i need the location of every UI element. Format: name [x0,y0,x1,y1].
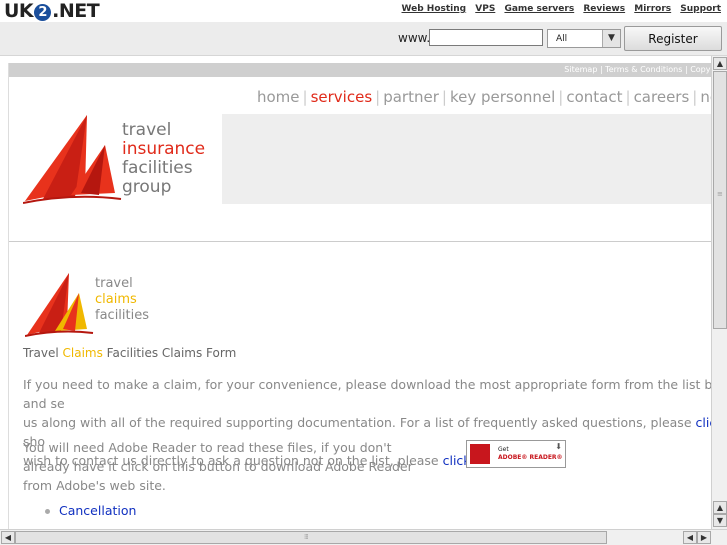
scroll-right-icon[interactable]: ▶ [697,531,711,544]
uk2-top-links: Web Hosting VPS Game servers Reviews Mir… [396,4,721,14]
uk2-logo[interactable]: UK 2 .NET [4,0,100,22]
title-pre: Travel [23,346,63,360]
nav-partner[interactable]: partner [383,88,439,106]
tld-selected-value: All [556,34,568,44]
link-reviews[interactable]: Reviews [583,4,625,14]
claims-sails-logo-icon [25,273,94,337]
grip-icon: ⁞⁞⁞ [304,533,309,541]
logo-text-net: .NET [52,0,100,22]
cancellation-form-link[interactable]: Cancellation [59,503,136,518]
get-adobe-reader-button[interactable]: Get ADOBE® READER® ⬇ [466,440,566,468]
domain-search-bar: www. All ▼ Register Domain [0,22,727,70]
nav-home[interactable]: home [257,88,300,106]
link-mirrors[interactable]: Mirrors [634,4,671,14]
logo-text-uk: UK [4,0,34,22]
nav-separator: | [625,88,631,106]
adobe-reader-label: ADOBE® READER® [498,454,563,461]
nav-key-personnel[interactable]: key personnel [450,88,555,106]
claims-wordmark: travel claims facilities [95,276,149,324]
header-banner [222,114,712,204]
nav-contact[interactable]: contact [566,88,622,106]
domain-input[interactable] [429,29,543,46]
brand-wordmark: travel insurance facilities group [122,121,205,197]
logo-2-badge: 2 [34,4,52,21]
claims-line-facilities: facilities [95,308,150,323]
para-text: us along with all of the required suppor… [23,415,696,430]
link-support[interactable]: Support [680,4,721,14]
www-prefix: www. [398,31,431,45]
link-vps[interactable]: VPS [475,4,495,14]
dropdown-arrow-icon: ▼ [602,30,620,47]
main-nav: home | services | partner | key personnel | cont… [257,88,727,106]
uk2-header: UK 2 .NET Web Hosting VPS Game servers Rev… [0,0,727,22]
nav-separator: | [441,88,447,106]
utility-strip: Sitemap | Terms & Conditions | Copyri [9,63,716,77]
register-domain-button[interactable]: Register Domain [624,26,722,70]
scroll-left-icon-right[interactable]: ◀ [683,531,697,544]
horizontal-scrollbar[interactable]: ◀ ⁞⁞⁞ ◀ ▶ [0,529,727,545]
scroll-up-icon-lower[interactable]: ▲ [713,501,727,514]
claim-forms-list: Cancellation [43,503,136,518]
nav-separator: | [375,88,381,106]
scroll-up-icon[interactable]: ▲ [713,57,727,70]
title-highlight: Claims [62,346,103,360]
title-post: Facilities Claims Form [102,346,237,360]
link-game-servers[interactable]: Game servers [504,4,574,14]
brand-line-facilities: facilities [122,158,193,178]
claims-line-travel: travel [95,276,133,291]
para-text: If you need to make a claim, for your co… [23,377,727,411]
adobe-get-label: Get [498,446,509,453]
download-arrow-icon: ⬇ [555,442,562,451]
nav-services[interactable]: services [311,88,373,106]
grip-icon: ≡ [717,190,723,198]
brand-line-travel: travel [122,120,172,140]
brand-line-group: group [122,177,172,197]
adobe-paragraph: You will need Adobe Reader to read these… [23,440,413,493]
page-title: Travel Claims Facilities Claims Form [23,346,236,360]
pdf-icon [470,444,490,464]
vertical-scrollbar[interactable]: ▲ ≡ ▲ ▼ [711,56,727,529]
list-item: Cancellation [43,503,136,518]
divider [9,241,712,242]
scroll-left-icon[interactable]: ◀ [1,531,15,544]
tld-select[interactable]: All ▼ [547,29,621,48]
nav-separator: | [558,88,564,106]
utility-links[interactable]: Sitemap | Terms & Conditions | Copyri [564,65,716,74]
link-web-hosting[interactable]: Web Hosting [402,4,467,14]
horizontal-scroll-thumb[interactable]: ⁞⁞⁞ [15,531,607,544]
nav-separator: | [692,88,698,106]
site-page: Sitemap | Terms & Conditions | Copyri ho… [8,63,727,529]
claims-line-claims: claims [95,292,137,307]
vertical-scroll-thumb[interactable]: ≡ [713,71,727,329]
sails-logo-icon [23,115,122,204]
brand-line-insurance: insurance [122,139,206,159]
framed-site: Sitemap | Terms & Conditions | Copyri ho… [0,56,727,529]
nav-careers[interactable]: careers [634,88,690,106]
scroll-down-icon[interactable]: ▼ [713,514,727,527]
nav-separator: | [302,88,308,106]
